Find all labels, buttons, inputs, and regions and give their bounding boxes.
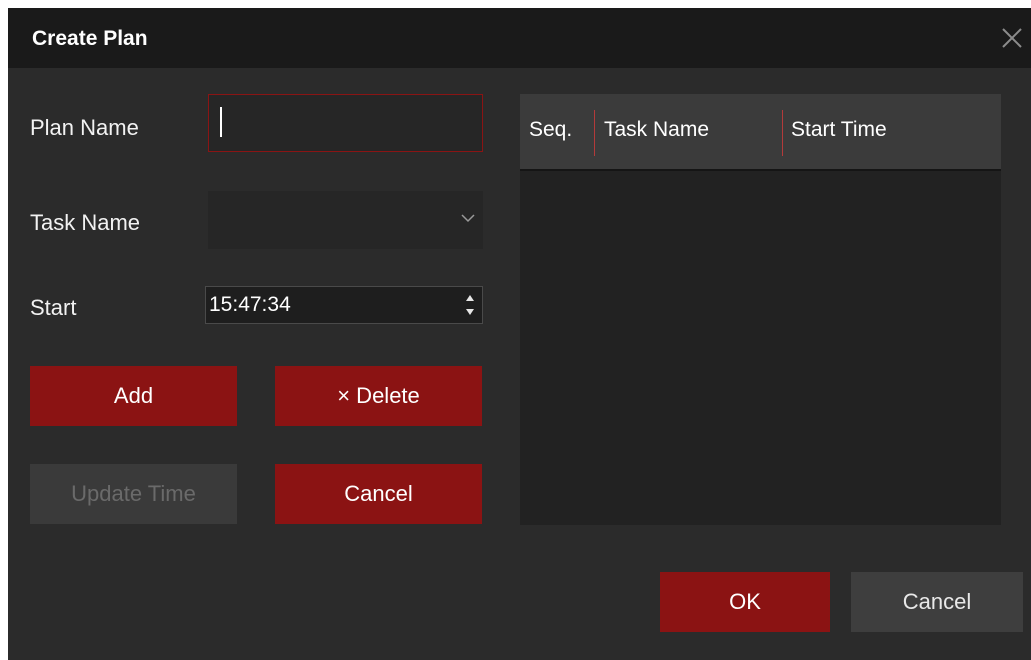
close-icon[interactable] (995, 21, 1029, 55)
start-time-input[interactable]: 15:47:34 (205, 286, 483, 324)
dialog-titlebar: Create Plan (8, 8, 1031, 68)
column-header-task-name[interactable]: Task Name (604, 118, 709, 142)
add-button[interactable]: Add (30, 366, 237, 426)
update-time-button[interactable]: Update Time (30, 464, 237, 524)
create-plan-dialog: Create Plan Plan Name Task Name Start 15… (8, 8, 1031, 660)
spin-up-icon (466, 295, 474, 301)
delete-button[interactable]: × Delete (275, 366, 482, 426)
time-spinner[interactable] (464, 291, 476, 319)
ok-button[interactable]: OK (660, 572, 830, 632)
plan-task-table: Seq. Task Name Start Time (520, 94, 1001, 525)
spin-down-icon (466, 309, 474, 315)
plan-name-input[interactable] (208, 94, 483, 152)
table-header: Seq. Task Name Start Time (520, 94, 1001, 171)
start-time-value: 15:47:34 (209, 293, 291, 316)
cancel-button[interactable]: Cancel (275, 464, 482, 524)
column-divider[interactable] (782, 110, 783, 156)
plan-name-field[interactable] (208, 94, 483, 152)
text-caret (220, 107, 222, 137)
footer-cancel-button[interactable]: Cancel (851, 572, 1023, 632)
dialog-title: Create Plan (32, 27, 148, 50)
column-divider[interactable] (594, 110, 595, 156)
plan-name-label: Plan Name (30, 115, 139, 140)
column-header-start-time[interactable]: Start Time (791, 118, 887, 142)
table-body (520, 171, 1001, 525)
start-label: Start (30, 295, 77, 320)
task-name-select[interactable] (208, 191, 483, 249)
chevron-down-icon (461, 211, 475, 230)
task-name-label: Task Name (30, 210, 141, 235)
column-header-seq[interactable]: Seq. (529, 118, 572, 142)
